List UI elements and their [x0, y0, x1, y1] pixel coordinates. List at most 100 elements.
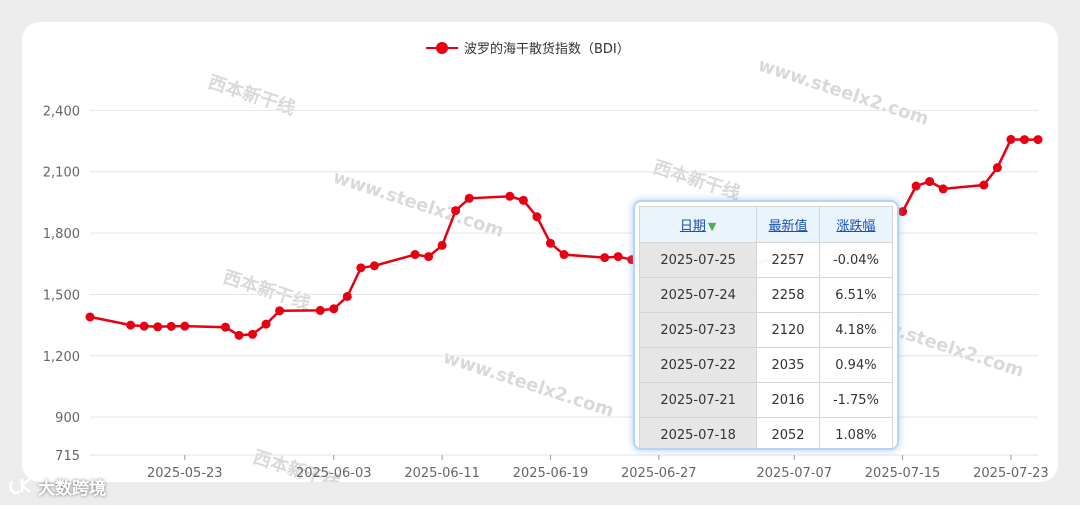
x-tick-label: 2025-07-15 [865, 466, 941, 481]
row-date: 2025-07-21 [638, 382, 758, 418]
row-value: 2120 [756, 312, 820, 348]
x-tick-label: 2025-07-07 [756, 466, 832, 481]
header-latest-label[interactable]: 最新值 [769, 219, 808, 234]
data-point [992, 163, 1002, 173]
y-axis-ticks: 715 900 1,200 1,500 1,800 2,100 2,400 [43, 104, 80, 464]
row-date: 2025-07-24 [638, 277, 758, 313]
row-change: 4.18% [818, 312, 894, 348]
row-value: 2052 [756, 417, 820, 448]
row-change: -1.75% [818, 382, 894, 418]
url-watermark: www.steelx2.com [440, 347, 616, 422]
data-point [234, 330, 244, 340]
data-point [925, 177, 935, 187]
bdi-line-chart: www.steelx2.com www.steelx2.com www.steelx… [43, 41, 1049, 482]
data-point [275, 306, 285, 316]
x-tick-label: 2025-06-11 [404, 466, 480, 481]
table-row: 2025-07-23 2120 4.18% [638, 312, 894, 348]
y-tick-label: 1,200 [43, 350, 80, 365]
data-point [898, 207, 908, 217]
data-point [451, 206, 461, 216]
data-point [1033, 135, 1043, 145]
url-watermark: www.steelx2.com [330, 167, 506, 242]
data-point [261, 319, 271, 329]
data-point [1019, 135, 1029, 145]
data-point [464, 193, 474, 203]
row-change: 6.51% [818, 277, 894, 313]
brand-logo-icon [9, 478, 31, 495]
data-point [180, 321, 190, 331]
brand-watermark: 大数跨境 [8, 472, 106, 500]
table-row: 2025-07-22 2035 0.94% [638, 347, 894, 383]
data-point [559, 250, 569, 260]
brand-watermark-text: 西本新干线 [220, 266, 312, 315]
data-point [220, 322, 230, 332]
url-watermark: www.steelx2.com [755, 55, 931, 130]
data-tooltip: 日期 ▼ 最新值 涨跌幅 2025-07-25 2257 -0.04% 2025-… [633, 200, 899, 450]
y-tick-label: 2,100 [43, 166, 80, 181]
data-point [613, 252, 623, 262]
y-tick-label: 2,400 [43, 104, 80, 119]
row-value: 2258 [756, 277, 820, 313]
data-point [369, 261, 379, 271]
x-tick-label: 2025-05-23 [147, 466, 223, 481]
table-row: 2025-07-18 2052 1.08% [638, 417, 894, 448]
tooltip-table: 日期 ▼ 最新值 涨跌幅 2025-07-25 2257 -0.04% 2025-… [638, 206, 894, 448]
data-point [139, 321, 149, 331]
row-date: 2025-07-18 [638, 417, 758, 448]
data-point [600, 253, 610, 263]
data-point [532, 212, 542, 222]
data-point [315, 305, 325, 315]
watermark-layer: www.steelx2.com www.steelx2.com www.steelx… [205, 55, 1026, 482]
header-date-label[interactable]: 日期 [680, 219, 706, 234]
data-point [424, 252, 434, 262]
y-tick-label: 900 [55, 411, 80, 426]
brand-name: 大数跨境 [38, 478, 106, 499]
row-date: 2025-07-23 [638, 312, 758, 348]
x-tick-label: 2025-06-03 [296, 466, 372, 481]
header-change[interactable]: 涨跌幅 [818, 206, 894, 243]
legend-marker-icon [436, 42, 448, 54]
data-point [938, 184, 948, 194]
data-point [505, 191, 515, 201]
y-tick-label: 715 [55, 449, 80, 464]
header-date[interactable]: 日期 ▼ [638, 206, 758, 243]
brand-watermark-text: 西本新干线 [205, 71, 297, 120]
data-point [1006, 134, 1016, 144]
x-tick-label: 2025-06-19 [513, 466, 589, 481]
brand-watermark-text: 西本新干线 [650, 156, 742, 205]
x-tick-label: 2025-07-23 [973, 466, 1049, 481]
header-latest[interactable]: 最新值 [756, 206, 820, 243]
table-row: 2025-07-24 2258 6.51% [638, 277, 894, 313]
data-point [911, 181, 921, 191]
data-point [85, 312, 95, 322]
data-point [356, 263, 366, 273]
data-point [329, 304, 339, 314]
data-point [342, 291, 352, 301]
header-change-label[interactable]: 涨跌幅 [836, 219, 875, 234]
row-value: 2016 [756, 382, 820, 418]
row-change: 1.08% [818, 417, 894, 448]
y-tick-label: 1,500 [43, 288, 80, 303]
table-row: 2025-07-21 2016 -1.75% [638, 382, 894, 418]
data-point [979, 180, 989, 190]
legend[interactable]: 波罗的海干散货指数（BDI） [426, 41, 630, 57]
row-date: 2025-07-22 [638, 347, 758, 383]
row-date: 2025-07-25 [638, 242, 758, 278]
data-point [437, 240, 447, 250]
data-point [545, 238, 555, 248]
row-change: -0.04% [818, 242, 894, 278]
table-row: 2025-07-25 2257 -0.04% [638, 242, 894, 278]
legend-label[interactable]: 波罗的海干散货指数（BDI） [464, 41, 630, 57]
data-point [410, 250, 420, 260]
row-change: 0.94% [818, 347, 894, 383]
sort-down-icon[interactable]: ▼ [708, 220, 716, 233]
data-point [248, 329, 258, 339]
data-point [153, 322, 163, 332]
data-point [518, 195, 528, 205]
data-point [166, 321, 176, 331]
y-tick-label: 1,800 [43, 227, 80, 242]
row-value: 2035 [756, 347, 820, 383]
row-value: 2257 [756, 242, 820, 278]
x-tick-label: 2025-06-27 [621, 466, 697, 481]
data-point [126, 320, 136, 330]
